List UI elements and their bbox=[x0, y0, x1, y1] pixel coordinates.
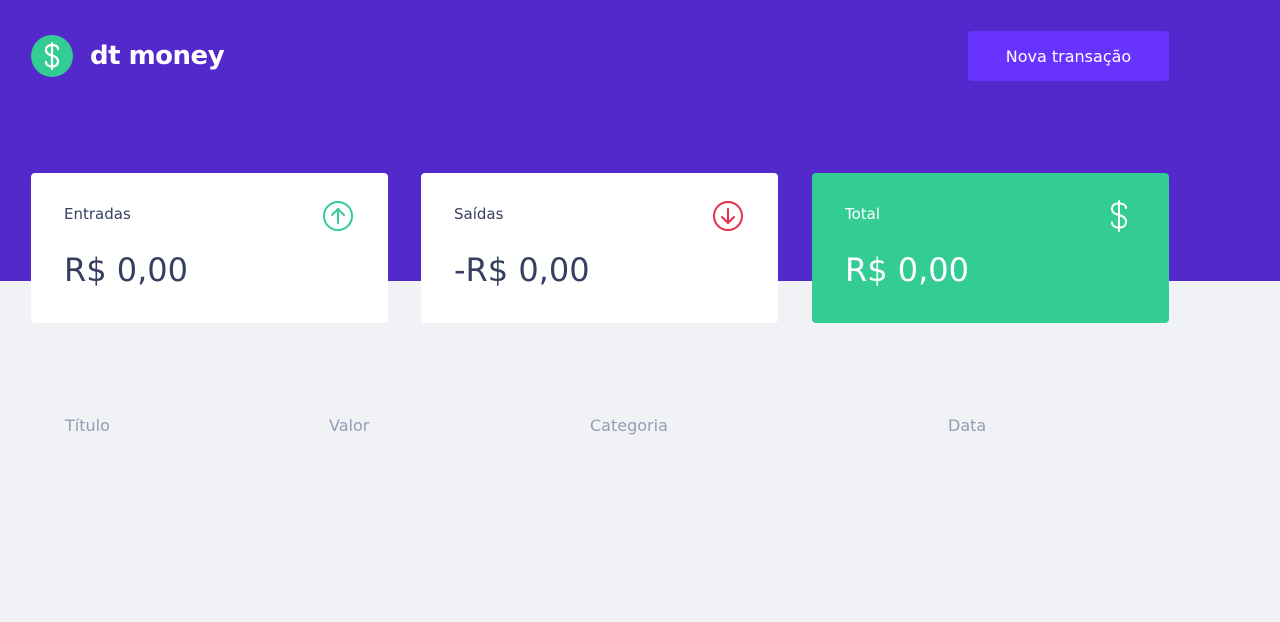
income-value: R$ 0,00 bbox=[64, 251, 189, 289]
column-value: Valor bbox=[329, 416, 370, 435]
arrow-up-circle-icon bbox=[321, 199, 355, 233]
column-category: Categoria bbox=[590, 416, 668, 435]
total-card: Total R$ 0,00 bbox=[812, 173, 1169, 323]
arrow-down-circle-icon bbox=[711, 199, 745, 233]
income-card: Entradas R$ 0,00 bbox=[31, 173, 388, 323]
total-value: R$ 0,00 bbox=[845, 251, 970, 289]
logo: dt money bbox=[31, 35, 225, 77]
income-label: Entradas bbox=[64, 205, 131, 223]
outcome-card: Saídas -R$ 0,00 bbox=[421, 173, 778, 323]
column-date: Data bbox=[948, 416, 987, 435]
outcome-value: -R$ 0,00 bbox=[454, 251, 590, 289]
brand-name: dt money bbox=[90, 41, 225, 71]
dollar-icon bbox=[1102, 199, 1136, 233]
outcome-label: Saídas bbox=[454, 205, 504, 223]
column-title: Título bbox=[65, 416, 110, 435]
dollar-logo-icon bbox=[31, 35, 73, 77]
total-label: Total bbox=[845, 205, 881, 223]
new-transaction-button[interactable]: Nova transação bbox=[968, 31, 1169, 81]
